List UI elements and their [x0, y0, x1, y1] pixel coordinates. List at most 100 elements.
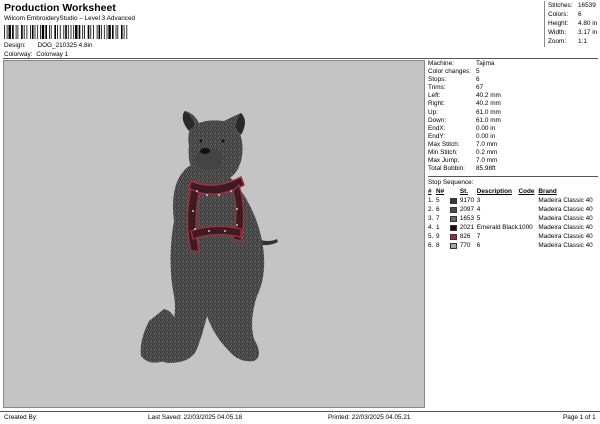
thread-code: [518, 241, 538, 250]
color-swatch: [449, 206, 457, 213]
machine-info-row: Up: 61.0 mm: [428, 109, 598, 117]
machine-info-row: Stops: 6: [428, 76, 598, 84]
stat-row: Zoom: 1:1: [548, 38, 587, 45]
info-label: Machine:: [428, 60, 454, 67]
info-value: 5: [476, 68, 480, 76]
thread-brand: Madeira Classic 40: [538, 242, 593, 249]
design-row: Design: DOG_210325 4.8in: [4, 42, 93, 49]
info-label: Total Bobbin:: [428, 165, 465, 173]
colorway-row: Colorway: Colorway 1: [4, 51, 68, 58]
thread-brand: Madeira Classic 40: [538, 215, 593, 222]
color-swatch: [449, 224, 457, 231]
thread-brand: Madeira Classic 40: [538, 224, 593, 231]
info-label: Min Stitch:: [428, 149, 458, 157]
thread-code: [518, 205, 538, 214]
needle-number: 9: [435, 233, 440, 240]
machine-info-row: Color changes: 5: [428, 68, 598, 76]
row-index: 3.: [428, 215, 434, 222]
thread-description: 6: [476, 242, 481, 249]
row-index: 6.: [428, 242, 434, 249]
colorway-label: Colorway:: [4, 51, 33, 58]
stat-row: Colors: 6: [548, 11, 582, 18]
info-label: Max Jump:: [428, 157, 460, 165]
summary-stats: Stitches: 16539 Colors: 6 Height: 4.80 in W…: [544, 1, 598, 47]
sequence-row: 2. 6 2097 4 Madeira Classic 40: [428, 205, 598, 214]
thread-description: 4: [476, 206, 481, 213]
machine-info-row: Machine: Tajima: [428, 60, 598, 68]
info-value: 40.2 mm: [476, 92, 501, 100]
thread-code: [518, 196, 538, 205]
info-value: 85.98ft: [476, 165, 496, 173]
row-index: 4.: [428, 224, 434, 231]
stop-sequence-panel: Stop Sequence: # N# St. Description Code…: [428, 176, 598, 250]
sequence-rows: 1. 5 9170 3 Madeira Classic 40 2. 6 2097 4 Madeir…: [428, 196, 598, 250]
needle-number: 6: [435, 206, 440, 213]
footer: Created By: Last Saved: 22/03/2025 04.05…: [0, 411, 600, 424]
info-value: 61.0 mm: [476, 116, 501, 124]
info-label: Up:: [428, 108, 438, 116]
info-label: Down:: [428, 116, 447, 124]
sequence-header: # N# St. Description Code Brand: [428, 188, 557, 195]
needle-number: 7: [435, 215, 440, 222]
stitch-count: 9170: [459, 197, 475, 204]
design-value: DOG_210325 4.8in: [37, 42, 93, 49]
sequence-row: 1. 5 9170 3 Madeira Classic 40: [428, 196, 598, 205]
design-preview: [3, 60, 425, 408]
color-swatch: [449, 197, 457, 204]
machine-info-row: Max Jump: 7.0 mm: [428, 157, 598, 165]
thread-code: 1000: [518, 224, 533, 231]
info-label: Trims:: [428, 84, 446, 92]
info-value: 0.00 in: [476, 132, 496, 140]
machine-info-row: Trims: 67: [428, 84, 598, 92]
info-value: 40.2 mm: [476, 100, 501, 108]
thread-description: Emerald Black: [476, 224, 518, 231]
machine-info-row: Left: 40.2 mm: [428, 92, 598, 100]
barcode-image: [4, 25, 128, 39]
needle-number: 5: [435, 197, 440, 204]
stat-row: Height: 4.80 in: [548, 20, 598, 27]
header-divider: [3, 58, 598, 59]
machine-info-row: EndX: 0.00 in: [428, 125, 598, 133]
stitch-count: 770: [459, 242, 471, 249]
info-label: EndX:: [428, 124, 446, 132]
info-value: 7.0 mm: [476, 157, 498, 165]
page-number: Page 1 of 1: [563, 414, 596, 421]
stitch-count: 2097: [459, 206, 475, 213]
thread-code: [518, 232, 538, 241]
row-index: 5.: [428, 233, 434, 240]
info-value: 6: [476, 76, 480, 84]
info-value: 7.0 mm: [476, 140, 498, 148]
worksheet-title: Production Worksheet: [4, 2, 116, 14]
needle-number: 1: [435, 224, 440, 231]
machine-info-panel: Machine: Tajima Color changes: 5 Stops: 6 Trim…: [428, 60, 598, 173]
stop-sequence-title: Stop Sequence:: [428, 179, 474, 186]
sequence-divider: [428, 176, 598, 177]
sequence-row: 3. 7 1653 5 Madeira Classic 40: [428, 214, 598, 223]
sequence-row: 4. 1 2021 Emerald Black 1000 Madeira Classic …: [428, 223, 598, 232]
thread-description: 3: [476, 197, 481, 204]
info-label: Max Stitch:: [428, 140, 460, 148]
info-value: 0.2 mm: [476, 149, 498, 157]
sequence-row: 5. 9 826 7 Madeira Classic 40: [428, 232, 598, 241]
thread-brand: Madeira Classic 40: [538, 233, 593, 240]
info-label: EndY:: [428, 132, 446, 140]
machine-info-row: Down: 61.0 mm: [428, 117, 598, 125]
info-label: Stops:: [428, 76, 447, 84]
last-saved: Last Saved: 22/03/2025 04.05.18: [148, 414, 243, 421]
info-value: Tajima: [476, 60, 495, 67]
sequence-row: 6. 8 770 6 Madeira Classic 40: [428, 241, 598, 250]
design-label: Design:: [4, 42, 26, 49]
color-swatch: [449, 233, 457, 240]
thread-brand: Madeira Classic 40: [538, 206, 593, 213]
software-subtitle: Wilcom EmbroideryStudio – Level 3 Advanc…: [4, 15, 136, 22]
printed-date: Printed: 22/03/2025 04.05.21: [328, 414, 411, 421]
color-swatch: [449, 242, 457, 249]
dog-embroidery-image: [140, 111, 278, 363]
info-label: Left:: [428, 92, 441, 100]
colorway-value: Colorway 1: [36, 51, 69, 58]
created-by: Created By:: [4, 414, 38, 421]
stitch-count: 1653: [459, 215, 475, 222]
stitch-count: 2021: [459, 224, 475, 231]
info-value: 0.00 in: [476, 124, 496, 132]
needle-number: 8: [435, 242, 440, 249]
